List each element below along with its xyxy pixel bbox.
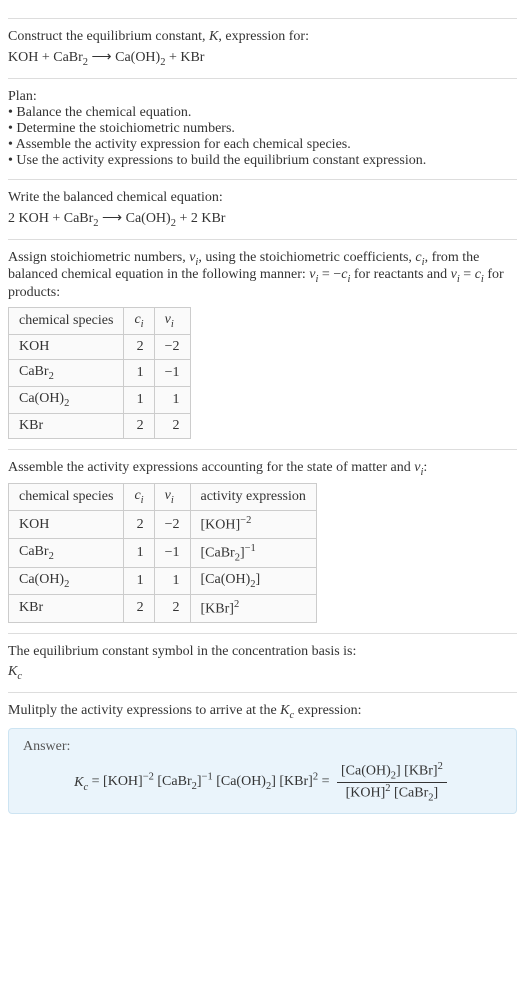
col-vi: νi — [154, 308, 190, 335]
intro-equation: KOH + CaBr2 ⟶ Ca(OH)2 + KBr — [8, 49, 517, 68]
cell-species: Ca(OH)2 — [9, 568, 124, 595]
cell-activity: [KBr]2 — [190, 595, 316, 623]
stoich-text-part: , using the stoichiometric coefficients, — [198, 250, 415, 265]
symbol-heading: The equilibrium constant symbol in the c… — [8, 644, 517, 660]
cell-species: Ca(OH)2 — [9, 386, 124, 413]
activity-heading: Assemble the activity expressions accoun… — [8, 460, 517, 478]
plan-item: • Determine the stoichiometric numbers. — [8, 121, 517, 137]
answer-box: Answer: Kc = [KOH]−2 [CaBr2]−1 [Ca(OH)2]… — [8, 728, 517, 814]
cell-vi: −1 — [154, 538, 190, 567]
balanced-section: Write the balanced chemical equation: 2 … — [8, 179, 517, 229]
cell-species: KBr — [9, 595, 124, 623]
plan-item: • Use the activity expressions to build … — [8, 153, 517, 169]
table-row: KBr 2 2 — [9, 413, 191, 438]
table-row: Ca(OH)2 1 1 [Ca(OH)2] — [9, 568, 317, 595]
cell-ci: 2 — [124, 511, 154, 539]
plan-heading: Plan: — [8, 89, 517, 105]
cell-species: KOH — [9, 334, 124, 359]
answer-expression: Kc = [KOH]−2 [CaBr2]−1 [Ca(OH)2] [KBr]2 … — [23, 761, 502, 803]
cell-ci: 2 — [124, 334, 154, 359]
col-vi: νi — [154, 484, 190, 511]
table-row: KBr 2 2 [KBr]2 — [9, 595, 317, 623]
intro-line1: Construct the equilibrium constant, K, e… — [8, 29, 517, 45]
cell-species: KOH — [9, 511, 124, 539]
cell-ci: 1 — [124, 386, 154, 413]
stoich-table: chemical species ci νi KOH 2 −2 CaBr2 1 … — [8, 307, 191, 438]
cell-species: KBr — [9, 413, 124, 438]
multiply-section: Mulitply the activity expressions to arr… — [8, 692, 517, 815]
cell-vi: 2 — [154, 413, 190, 438]
answer-fraction: [Ca(OH)2] [KBr]2 [KOH]2 [CaBr2] — [337, 761, 447, 803]
cell-vi: −2 — [154, 511, 190, 539]
col-ci: ci — [124, 308, 154, 335]
balanced-equation: 2 KOH + CaBr2 ⟶ Ca(OH)2 + 2 KBr — [8, 210, 517, 229]
col-activity: activity expression — [190, 484, 316, 511]
plan-item: • Assemble the activity expression for e… — [8, 137, 517, 153]
activity-heading-a: Assemble the activity expressions accoun… — [8, 460, 414, 475]
stoich-text: Assign stoichiometric numbers, νi, using… — [8, 250, 517, 302]
cell-ci: 2 — [124, 413, 154, 438]
multiply-heading-b: expression: — [294, 703, 361, 718]
symbol-section: The equilibrium constant symbol in the c… — [8, 633, 517, 682]
cell-vi: −2 — [154, 334, 190, 359]
cell-vi: −1 — [154, 359, 190, 386]
fraction-numerator: [Ca(OH)2] [KBr]2 — [337, 761, 447, 782]
cell-ci: 1 — [124, 359, 154, 386]
table-header-row: chemical species ci νi — [9, 308, 191, 335]
cell-ci: 2 — [124, 595, 154, 623]
multiply-heading: Mulitply the activity expressions to arr… — [8, 703, 517, 721]
table-row: CaBr2 1 −1 [CaBr2]−1 — [9, 538, 317, 567]
cell-activity: [KOH]−2 — [190, 511, 316, 539]
stoich-text-part: for reactants and — [350, 267, 450, 282]
cell-vi: 2 — [154, 595, 190, 623]
fraction-denominator: [KOH]2 [CaBr2] — [337, 783, 447, 803]
stoich-text-part: Assign stoichiometric numbers, — [8, 250, 189, 265]
table-header-row: chemical species ci νi activity expressi… — [9, 484, 317, 511]
balanced-heading: Write the balanced chemical equation: — [8, 190, 517, 206]
cell-vi: 1 — [154, 386, 190, 413]
kc-symbol: Kc — [8, 664, 517, 682]
col-species: chemical species — [9, 484, 124, 511]
table-row: Ca(OH)2 1 1 — [9, 386, 191, 413]
col-ci: ci — [124, 484, 154, 511]
table-row: KOH 2 −2 — [9, 334, 191, 359]
answer-label: Answer: — [23, 739, 502, 755]
cell-species: CaBr2 — [9, 538, 124, 567]
plan-item: • Balance the chemical equation. — [8, 105, 517, 121]
cell-vi: 1 — [154, 568, 190, 595]
plan-section: Plan: • Balance the chemical equation. •… — [8, 78, 517, 169]
col-species: chemical species — [9, 308, 124, 335]
table-row: KOH 2 −2 [KOH]−2 — [9, 511, 317, 539]
cell-activity: [CaBr2]−1 — [190, 538, 316, 567]
activity-table: chemical species ci νi activity expressi… — [8, 483, 317, 622]
activity-section: Assemble the activity expressions accoun… — [8, 449, 517, 623]
stoich-section: Assign stoichiometric numbers, νi , using… — [8, 239, 517, 439]
cell-species: CaBr2 — [9, 359, 124, 386]
multiply-heading-a: Mulitply the activity expressions to arr… — [8, 703, 280, 718]
cell-ci: 1 — [124, 568, 154, 595]
table-row: CaBr2 1 −1 — [9, 359, 191, 386]
cell-activity: [Ca(OH)2] — [190, 568, 316, 595]
activity-heading-b: : — [423, 460, 427, 475]
intro-section: Construct the equilibrium constant, K, e… — [8, 18, 517, 68]
cell-ci: 1 — [124, 538, 154, 567]
